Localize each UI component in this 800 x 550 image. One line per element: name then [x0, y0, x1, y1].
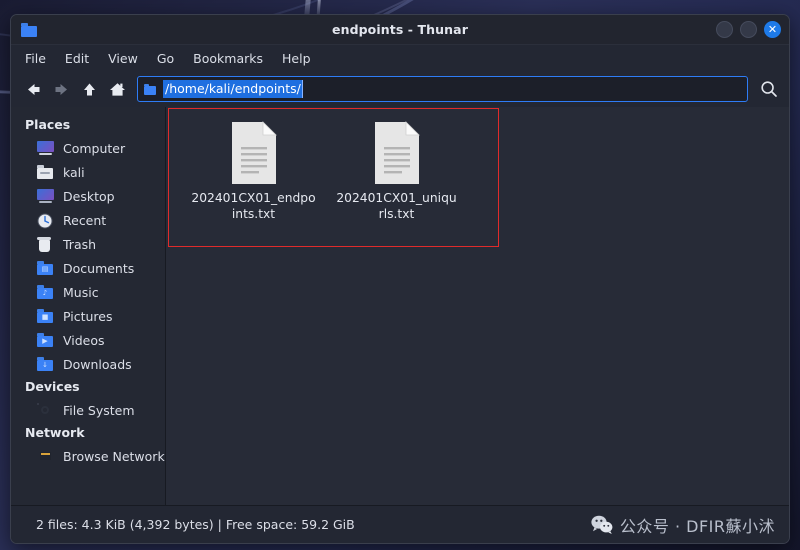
documents-folder-icon: ▤ — [37, 260, 54, 276]
forward-icon — [53, 81, 70, 98]
status-bar: 2 files: 4.3 KiB (4,392 bytes) | Free sp… — [11, 505, 789, 543]
sidebar-item-file-system[interactable]: File System — [11, 398, 165, 422]
sidebar-item-label: Desktop — [63, 188, 115, 204]
sidebar-item-label: kali — [63, 164, 85, 180]
menu-bookmarks[interactable]: Bookmarks — [193, 51, 263, 66]
watermark: 公众号 · DFIR蘇小沭 — [591, 513, 775, 537]
clock-icon — [37, 213, 54, 228]
sidebar-item-music[interactable]: ♪ Music — [11, 280, 165, 304]
sidebar-item-label: Trash — [63, 236, 97, 252]
sidebar-item-label: Browse Network — [63, 448, 165, 464]
music-folder-icon: ♪ — [37, 284, 54, 300]
menu-help[interactable]: Help — [282, 51, 311, 66]
wechat-icon — [591, 515, 613, 534]
file-name: 202401CX01_endpoints.txt — [191, 191, 316, 222]
sidebar-item-label: Videos — [63, 332, 105, 348]
file-name: 202401CX01_uniqurls.txt — [336, 191, 457, 222]
maximize-button[interactable] — [740, 21, 757, 38]
window-body: Places Computer kali Desktop Recent Tras… — [11, 107, 789, 505]
sidebar-heading-network: Network — [25, 425, 85, 440]
status-text: 2 files: 4.3 KiB (4,392 bytes) | Free sp… — [36, 517, 355, 532]
folder-icon — [21, 22, 39, 37]
trash-icon — [37, 236, 54, 252]
text-file-icon — [229, 121, 279, 185]
network-icon — [37, 449, 54, 464]
path-input[interactable]: /home/kali/endpoints/ — [163, 80, 303, 98]
home-folder-icon — [37, 164, 54, 180]
sidebar-item-label: Computer — [63, 140, 126, 156]
sidebar-item-recent[interactable]: Recent — [11, 208, 165, 232]
menu-view[interactable]: View — [108, 51, 138, 66]
sidebar-item-downloads[interactable]: ↓ Downloads — [11, 352, 165, 376]
back-icon[interactable] — [25, 81, 42, 98]
thunar-window: endpoints - Thunar ✕ File Edit View Go B… — [10, 14, 790, 544]
title-bar: endpoints - Thunar ✕ — [11, 15, 789, 45]
desktop: endpoints - Thunar ✕ File Edit View Go B… — [0, 0, 800, 550]
sidebar-item-browse-network[interactable]: Browse Network — [11, 444, 165, 468]
sidebar-item-trash[interactable]: Trash — [11, 232, 165, 256]
sidebar-item-label: Recent — [63, 212, 107, 228]
minimize-button[interactable] — [716, 21, 733, 38]
sidebar-item-label: Documents — [63, 260, 135, 276]
file-grid: 202401CX01_endpoints.txt 202401CX01_uniq… — [166, 107, 789, 222]
file-item[interactable]: 202401CX01_uniqurls.txt — [331, 121, 462, 222]
harddisk-icon — [37, 402, 54, 418]
sidebar-item-label: Downloads — [63, 356, 132, 372]
folder-icon — [144, 83, 157, 95]
sidebar-item-pictures[interactable]: ■ Pictures — [11, 304, 165, 328]
up-icon[interactable] — [81, 81, 98, 98]
desktop-folder-icon — [37, 188, 54, 204]
sidebar-heading-places: Places — [25, 117, 71, 132]
path-bar[interactable]: /home/kali/endpoints/ — [137, 76, 748, 102]
sidebar-item-label: Music — [63, 284, 99, 300]
sidebar-item-kali[interactable]: kali — [11, 160, 165, 184]
sidebar-item-label: Pictures — [63, 308, 113, 324]
search-icon[interactable] — [759, 79, 779, 99]
sidebar-heading-devices: Devices — [25, 379, 80, 394]
sidebar: Places Computer kali Desktop Recent Tras… — [11, 107, 166, 505]
toolbar: /home/kali/endpoints/ — [11, 71, 789, 107]
downloads-folder-icon: ↓ — [37, 356, 54, 372]
menu-file[interactable]: File — [25, 51, 46, 66]
sidebar-item-desktop[interactable]: Desktop — [11, 184, 165, 208]
computer-icon — [37, 140, 54, 156]
close-button[interactable]: ✕ — [764, 21, 781, 38]
menu-go[interactable]: Go — [157, 51, 174, 66]
text-file-icon — [372, 121, 422, 185]
videos-folder-icon: ▶ — [37, 332, 54, 348]
window-controls: ✕ — [716, 21, 781, 38]
file-view[interactable]: 202401CX01_endpoints.txt 202401CX01_uniq… — [166, 107, 789, 505]
sidebar-item-label: File System — [63, 402, 135, 418]
sidebar-item-computer[interactable]: Computer — [11, 136, 165, 160]
window-title: endpoints - Thunar — [332, 22, 468, 37]
file-item[interactable]: 202401CX01_endpoints.txt — [188, 121, 319, 222]
sidebar-item-videos[interactable]: ▶ Videos — [11, 328, 165, 352]
sidebar-item-documents[interactable]: ▤ Documents — [11, 256, 165, 280]
home-icon[interactable] — [109, 81, 126, 98]
menu-edit[interactable]: Edit — [65, 51, 89, 66]
pictures-folder-icon: ■ — [37, 308, 54, 324]
watermark-text: 公众号 · DFIR蘇小沭 — [619, 516, 775, 536]
menu-bar: File Edit View Go Bookmarks Help — [11, 45, 789, 71]
